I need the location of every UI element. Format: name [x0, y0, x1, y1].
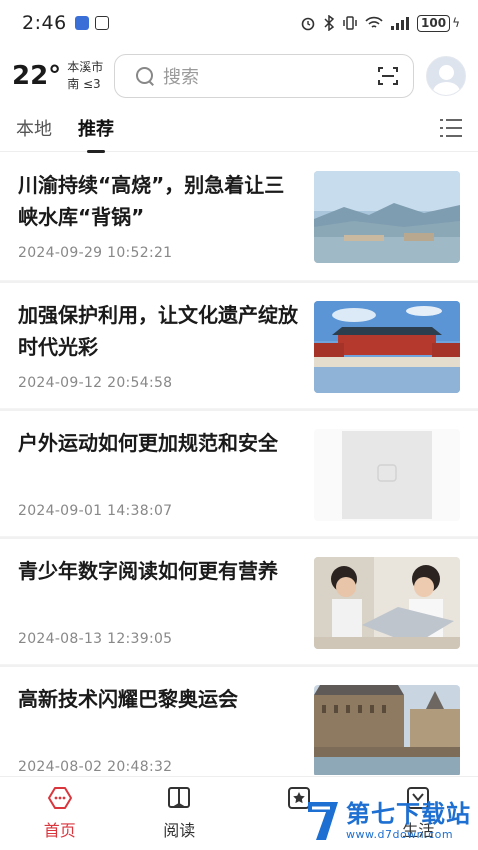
news-text: 高新技术闪耀巴黎奥运会 2024-08-02 20:48:32 [18, 683, 314, 775]
signal-icon [391, 17, 410, 30]
news-date: 2024-08-13 12:39:05 [18, 631, 173, 647]
wind-info: 南 ≤3 [67, 77, 101, 91]
status-bar: 2:46 100 ϟ [0, 0, 478, 46]
news-title: 加强保护利用，让文化遗产绽放时代光彩 [18, 303, 298, 359]
nav-label: 阅读 [163, 821, 196, 840]
status-time: 2:46 [22, 12, 67, 34]
temperature: 22° [12, 61, 62, 91]
news-date: 2024-09-12 20:54:58 [18, 375, 173, 391]
news-text: 青少年数字阅读如何更有营养 2024-08-13 12:39:05 [18, 555, 314, 664]
news-text: 川渝持续“高烧”，别急着让三峡水库“背锅” 2024-09-29 10:52:2… [18, 169, 314, 280]
news-date: 2024-09-29 10:52:21 [18, 245, 173, 261]
news-text: 户外运动如何更加规范和安全 2024-09-01 14:38:07 [18, 427, 314, 536]
news-text: 加强保护利用，让文化遗产绽放时代光彩 2024-09-12 20:54:58 [18, 299, 314, 408]
news-item[interactable]: 青少年数字阅读如何更有营养 2024-08-13 12:39:05 [0, 537, 478, 664]
watermark-text: 第七下载站 www.d7down.com [346, 800, 471, 841]
news-item[interactable]: 户外运动如何更加规范和安全 2024-09-01 14:38:07 [0, 409, 478, 536]
tab-local[interactable]: 本地 [16, 115, 52, 141]
app-notification-icon [74, 16, 89, 30]
nav-home[interactable]: 首页 [0, 777, 120, 850]
news-title: 青少年数字阅读如何更有营养 [18, 559, 278, 583]
search-icon [135, 66, 155, 86]
avatar[interactable] [426, 56, 466, 96]
charging-icon: ϟ [452, 16, 460, 30]
watermark: 第七下载站 www.d7down.com [306, 798, 471, 842]
news-title: 高新技术闪耀巴黎奥运会 [18, 687, 238, 711]
news-list: 川渝持续“高烧”，别急着让三峡水库“背锅” 2024-09-29 10:52:2… [0, 153, 478, 775]
news-item[interactable]: 高新技术闪耀巴黎奥运会 2024-08-02 20:48:32 [0, 665, 478, 775]
news-title: 户外运动如何更加规范和安全 [18, 431, 278, 455]
search-placeholder: 搜索 [163, 67, 199, 88]
search-box[interactable]: 搜索 [114, 54, 414, 98]
scan-icon[interactable] [377, 65, 399, 87]
system-status-icons: 100 ϟ [300, 14, 460, 32]
battery-indicator: 100 ϟ [417, 14, 460, 32]
channel-menu-icon[interactable] [440, 118, 462, 137]
news-date: 2024-08-02 20:48:32 [18, 759, 173, 775]
tab-recommend[interactable]: 推荐 [78, 115, 114, 141]
news-thumbnail-river [314, 171, 460, 263]
news-thumbnail-palace [314, 301, 460, 393]
home-icon [47, 787, 72, 809]
vibrate-icon [343, 16, 357, 30]
watermark-logo-icon [308, 802, 338, 840]
news-thumbnail-paris [314, 685, 460, 775]
notification-icons [74, 16, 109, 30]
nav-read[interactable]: 阅读 [120, 777, 240, 850]
battery-level: 100 [417, 14, 451, 32]
nfc-icon [94, 16, 109, 30]
channel-tabs: 本地 推荐 [0, 104, 478, 152]
top-header: 22° 本溪市 南 ≤3 搜索 [0, 50, 478, 102]
watermark-url: www.d7down.com [346, 827, 454, 841]
weather-meta: 本溪市 南 ≤3 [67, 59, 103, 93]
news-title: 川渝持续“高烧”，别急着让三峡水库“背锅” [18, 173, 285, 229]
news-item[interactable]: 川渝持续“高烧”，别急着让三峡水库“背锅” 2024-09-29 10:52:2… [0, 153, 478, 280]
watermark-name: 第七下载站 [346, 799, 471, 828]
weather-widget[interactable]: 22° 本溪市 南 ≤3 [12, 59, 112, 93]
book-icon [168, 787, 191, 808]
nav-label: 首页 [43, 821, 76, 840]
alarm-icon [301, 17, 315, 31]
bluetooth-icon [324, 15, 335, 31]
news-thumbnail-placeholder [314, 429, 460, 521]
wifi-icon [365, 16, 383, 28]
news-item[interactable]: 加强保护利用，让文化遗产绽放时代光彩 2024-09-12 20:54:58 [0, 281, 478, 408]
city-name: 本溪市 [67, 60, 104, 74]
news-date: 2024-09-01 14:38:07 [18, 503, 173, 519]
news-thumbnail-children [314, 557, 460, 649]
